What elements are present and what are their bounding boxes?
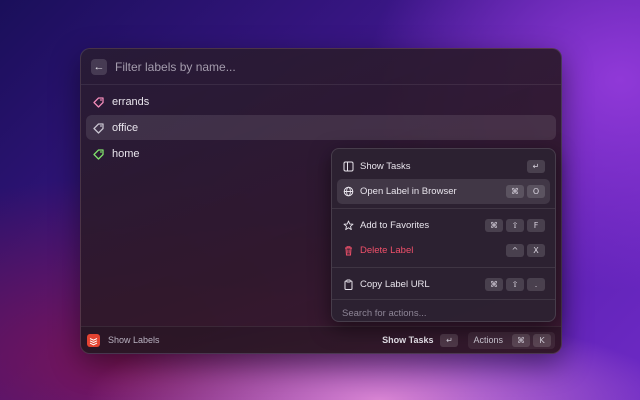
shortcut-key: ^ <box>506 244 524 257</box>
todoist-app-icon <box>87 333 100 347</box>
footer-bar: Show Labels Show Tasks ↵ Actions ⌘ K <box>81 326 561 353</box>
label-item-office[interactable]: office <box>86 115 556 140</box>
trash-icon <box>342 245 354 257</box>
label-item-errands[interactable]: errands <box>86 89 556 114</box>
search-input[interactable] <box>115 59 551 74</box>
shortcut-key: ↵ <box>527 160 545 173</box>
shortcut-key: ⇧ <box>506 219 524 232</box>
return-key-hint: ↵ <box>440 333 459 347</box>
actions-search-bar <box>332 299 555 321</box>
globe-icon <box>342 186 354 198</box>
tag-icon <box>93 122 104 134</box>
sidebar-icon <box>342 161 354 173</box>
back-button[interactable]: ← <box>91 58 107 75</box>
actions-search-input[interactable] <box>342 307 545 319</box>
actions-button[interactable]: Actions ⌘ K <box>468 331 555 349</box>
action-label: Open Label in Browser <box>360 186 457 197</box>
actions-popup: Show Tasks ↵ Open Label in Browser ⌘ O Add to… <box>331 148 556 322</box>
action-show-tasks[interactable]: Show Tasks ↵ <box>337 154 550 179</box>
actions-list: Show Tasks ↵ Open Label in Browser ⌘ O Add to… <box>332 149 555 299</box>
shortcut-key: ⌘ <box>485 219 503 232</box>
label-name: home <box>112 147 140 160</box>
actions-divider <box>332 267 555 268</box>
tag-icon <box>93 96 104 108</box>
action-label: Add to Favorites <box>360 220 430 231</box>
action-label: Copy Label URL <box>360 279 430 290</box>
primary-action-button[interactable]: Show Tasks <box>382 335 433 345</box>
shortcut-key: ⇧ <box>506 278 524 291</box>
actions-divider <box>332 208 555 209</box>
shortcut-key: ⌘ <box>506 185 524 198</box>
shortcut-key: F <box>527 219 545 232</box>
action-add-to-favorites[interactable]: Add to Favorites ⌘ ⇧ F <box>337 213 550 238</box>
actions-label: Actions <box>473 335 503 345</box>
shortcut-key: ⌘ <box>485 278 503 291</box>
arrow-left-icon: ← <box>93 60 105 73</box>
k-key-hint: K <box>533 333 551 347</box>
command-key-hint: ⌘ <box>512 333 530 347</box>
footer-title: Show Labels <box>108 335 160 345</box>
clipboard-icon <box>342 279 354 291</box>
action-copy-label-url[interactable]: Copy Label URL ⌘ ⇧. <box>337 272 550 297</box>
search-bar: ← <box>81 49 561 85</box>
tag-icon <box>93 148 104 160</box>
action-open-label-in-browser[interactable]: Open Label in Browser ⌘ O <box>337 179 550 204</box>
shortcut-key: . <box>527 278 545 291</box>
label-name: office <box>112 121 139 134</box>
label-name: errands <box>112 95 150 108</box>
action-label: Show Tasks <box>360 161 411 172</box>
star-icon <box>342 220 354 232</box>
action-delete-label[interactable]: Delete Label ^ X <box>337 238 550 263</box>
shortcut-key: O <box>527 185 545 198</box>
shortcut-key: X <box>527 244 545 257</box>
action-label: Delete Label <box>360 245 414 256</box>
